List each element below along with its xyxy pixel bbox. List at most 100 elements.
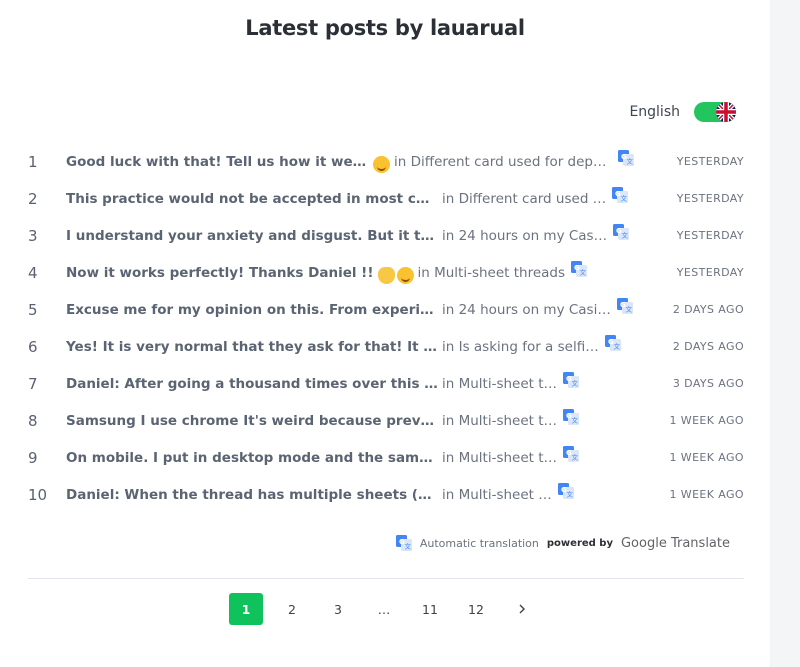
svg-text:文: 文 <box>572 415 579 424</box>
automatic-translation-label: Automatic translation <box>419 536 539 550</box>
svg-text:文: 文 <box>627 156 634 165</box>
post-row[interactable]: 2 This practice would not be accepted in … <box>28 180 744 217</box>
post-link[interactable]: Samsung I use chrome It's weird because … <box>66 408 634 429</box>
svg-text:文: 文 <box>572 452 579 461</box>
google-translate-icon[interactable]: G文 <box>557 482 574 499</box>
post-link[interactable]: Excuse me for my opinion on this. From e… <box>66 297 634 318</box>
post-timestamp: YESTERDAY <box>676 192 744 205</box>
post-thread-link[interactable]: in Multi-sheet t… <box>442 450 557 466</box>
post-thread-link[interactable]: in 24 hours on my Cas… <box>442 228 607 244</box>
post-number: 5 <box>28 300 38 319</box>
post-thread-link[interactable]: in 24 hours on my Casi… <box>442 302 611 318</box>
smile-emoji-icon <box>396 267 414 284</box>
post-number: 3 <box>28 226 38 245</box>
post-number: 10 <box>28 485 48 504</box>
post-snippet[interactable]: I understand your anxiety and disgust. B… <box>66 228 438 244</box>
google-translate-icon[interactable]: G文 <box>616 297 633 314</box>
post-snippet[interactable]: Excuse me for my opinion on this. From e… <box>66 302 438 318</box>
post-row[interactable]: 8 Samsung I use chrome It's weird because… <box>28 402 744 439</box>
post-snippet[interactable]: This practice would not be accepted in m… <box>66 191 438 207</box>
post-link[interactable]: This practice would not be accepted in m… <box>66 186 634 207</box>
google-translate-icon[interactable]: G文 <box>571 260 588 277</box>
post-thread-link[interactable]: in Multi-sheet … <box>442 487 552 503</box>
page-title: Latest posts by lauarual <box>245 16 525 40</box>
post-link[interactable]: Daniel: When the thread has multiple she… <box>66 482 634 503</box>
post-number: 1 <box>28 152 38 171</box>
post-timestamp: 3 DAYS AGO <box>672 377 744 390</box>
google-translate-icon[interactable]: G文 <box>563 445 580 462</box>
post-snippet[interactable]: Daniel: After going a thousand times ove… <box>66 376 438 392</box>
post-snippet[interactable]: Good luck with that! Tell us how it went… <box>66 154 367 170</box>
post-timestamp: 1 WEEK AGO <box>669 451 744 464</box>
pagination-ellipsis: … <box>377 601 391 617</box>
post-link[interactable]: Now it works perfectly! Thanks Daniel !!… <box>66 260 634 284</box>
post-timestamp: YESTERDAY <box>676 229 744 242</box>
post-number: 9 <box>28 448 38 467</box>
posts-list: 1 Good luck with that! Tell us how it wen… <box>28 143 744 513</box>
post-snippet[interactable]: Now it works perfectly! Thanks Daniel !! <box>66 265 374 281</box>
post-link[interactable]: Daniel: After going a thousand times ove… <box>66 371 634 392</box>
post-snippet[interactable]: Yes! It is very normal that they ask for… <box>66 339 438 355</box>
post-thread-link[interactable]: in Multi-sheet t… <box>442 413 557 429</box>
post-row[interactable]: 5 Excuse me for my opinion on this. From … <box>28 291 744 328</box>
post-snippet[interactable]: Daniel: When the thread has multiple she… <box>66 487 438 503</box>
page-button[interactable]: 12 <box>459 593 493 625</box>
google-translate-icon[interactable]: G文 <box>563 371 580 388</box>
post-row[interactable]: 9 On mobile. I put in desktop mode and th… <box>28 439 744 476</box>
divider <box>28 578 744 579</box>
translation-toggle[interactable] <box>694 102 736 122</box>
post-number: 6 <box>28 337 38 356</box>
post-thread-link[interactable]: in Multi-sheet t… <box>442 376 557 392</box>
post-row[interactable]: 10 Daniel: When the thread has multiple s… <box>28 476 744 513</box>
posts-panel: Latest posts by lauarual English 1 Good l… <box>0 0 770 667</box>
post-link[interactable]: I understand your anxiety and disgust. B… <box>66 223 634 244</box>
post-thread-link[interactable]: in Is asking for a selfi… <box>442 339 599 355</box>
translation-credit: G 文 Automatic translation powered by Goo… <box>395 535 730 551</box>
post-timestamp: 1 WEEK AGO <box>669 488 744 501</box>
page-button[interactable]: 1 <box>229 593 263 625</box>
post-row[interactable]: 3 I understand your anxiety and disgust. … <box>28 217 744 254</box>
post-timestamp: 2 DAYS AGO <box>672 340 744 353</box>
uk-flag-icon <box>716 102 736 122</box>
smile-emoji-icon <box>373 156 391 173</box>
post-timestamp: 1 WEEK AGO <box>669 414 744 427</box>
google-translate-icon[interactable]: G文 <box>563 408 580 425</box>
post-link[interactable]: On mobile. I put in desktop mode and the… <box>66 445 634 466</box>
post-thread-link[interactable]: in Different card used for deposit <box>394 154 612 170</box>
post-timestamp: YESTERDAY <box>676 266 744 279</box>
google-translate-icon[interactable]: G文 <box>613 223 630 240</box>
page-button[interactable]: 2 <box>275 593 309 625</box>
post-number: 7 <box>28 374 38 393</box>
google-translate-label: Google Translate <box>620 535 730 551</box>
powered-by-label: powered by <box>546 537 613 549</box>
svg-text:文: 文 <box>404 542 411 551</box>
post-row[interactable]: 4 Now it works perfectly! Thanks Daniel !… <box>28 254 744 291</box>
page-button[interactable]: 3 <box>321 593 355 625</box>
post-row[interactable]: 7 Daniel: After going a thousand times ov… <box>28 365 744 402</box>
post-number: 8 <box>28 411 38 430</box>
post-link[interactable]: Yes! It is very normal that they ask for… <box>66 334 634 355</box>
google-translate-icon[interactable]: G文 <box>612 186 629 203</box>
pagination: 1 2 3… 11 12 <box>0 593 770 625</box>
post-snippet[interactable]: Samsung I use chrome It's weird because … <box>66 413 438 429</box>
post-timestamp: 2 DAYS AGO <box>672 303 744 316</box>
post-link[interactable]: Good luck with that! Tell us how it went… <box>66 149 634 173</box>
language-label: English <box>629 104 680 120</box>
svg-text:文: 文 <box>621 193 628 202</box>
svg-text:文: 文 <box>572 378 579 387</box>
svg-text:文: 文 <box>580 267 587 276</box>
post-snippet[interactable]: On mobile. I put in desktop mode and the… <box>66 450 438 466</box>
post-thread-link[interactable]: in Different card used … <box>442 191 606 207</box>
post-row[interactable]: 1 Good luck with that! Tell us how it wen… <box>28 143 744 180</box>
chevron-right-icon[interactable] <box>505 593 539 625</box>
post-timestamp: YESTERDAY <box>676 155 744 168</box>
google-translate-icon[interactable]: G文 <box>618 149 634 166</box>
post-row[interactable]: 6 Yes! It is very normal that they ask fo… <box>28 328 744 365</box>
post-number: 4 <box>28 263 38 282</box>
language-switch[interactable]: English <box>629 102 736 122</box>
post-thread-link[interactable]: in Multi-sheet threads <box>418 265 566 281</box>
page-button[interactable]: 11 <box>413 593 447 625</box>
wave-emoji-icon <box>377 267 395 284</box>
svg-text:文: 文 <box>566 489 573 498</box>
google-translate-icon[interactable]: G文 <box>604 334 621 351</box>
